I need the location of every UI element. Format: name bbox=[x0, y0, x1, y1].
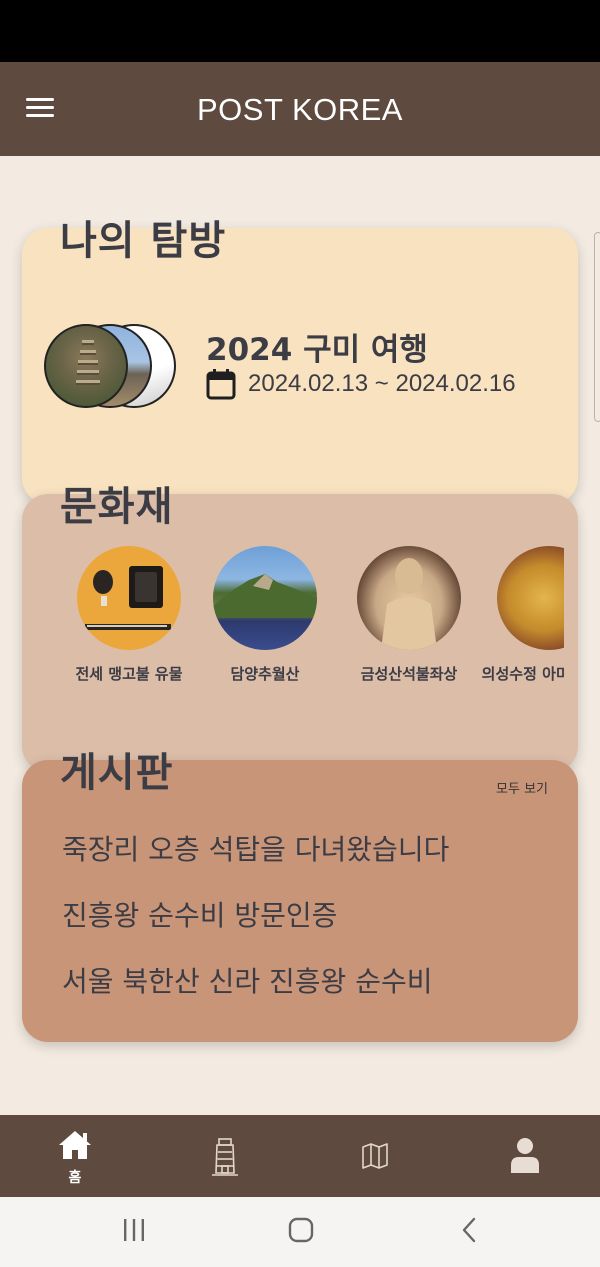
board-section-title: 게시판 bbox=[60, 750, 174, 796]
app-title: POST KOREA bbox=[197, 92, 403, 127]
pagoda-image bbox=[76, 336, 100, 398]
heritage-section-title: 문화재 bbox=[60, 484, 174, 530]
recent-apps-icon[interactable] bbox=[122, 1217, 146, 1243]
heritage-photo bbox=[357, 546, 461, 650]
trip-photo bbox=[44, 324, 128, 408]
trip-dates: 2024.02.13 ~ 2024.02.16 bbox=[248, 370, 516, 397]
heritage-item[interactable]: 담양추월산 bbox=[194, 546, 336, 685]
nav-home[interactable]: 홈 bbox=[0, 1115, 150, 1197]
trip-name: 2024 구미 여행 bbox=[206, 332, 428, 368]
calendar-icon bbox=[206, 369, 236, 400]
heritage-label: 담양추월산 bbox=[230, 665, 300, 683]
system-nav-bar bbox=[0, 1197, 600, 1267]
back-icon[interactable] bbox=[460, 1217, 480, 1243]
nav-profile[interactable] bbox=[450, 1115, 600, 1197]
heritage-label: 전세 맹고불 유물 bbox=[75, 665, 183, 683]
heritage-photo bbox=[77, 546, 181, 650]
nav-map[interactable] bbox=[300, 1115, 450, 1197]
heritage-photo bbox=[213, 546, 317, 650]
status-bar bbox=[0, 0, 600, 62]
app-bar: POST KOREA bbox=[0, 62, 600, 156]
heritage-label: 금성산석불좌상 bbox=[360, 665, 458, 683]
heritage-item[interactable]: 금성산석불좌상 bbox=[338, 546, 480, 685]
board-card: 모두 보기 죽장리 오층 석탑을 다녀왔습니다 진흥왕 순수비 방문인증 서울 … bbox=[22, 760, 578, 1042]
home-button-icon[interactable] bbox=[288, 1217, 314, 1243]
bottom-nav: 홈 bbox=[0, 1115, 600, 1197]
map-icon bbox=[362, 1143, 388, 1169]
tower-icon bbox=[212, 1138, 238, 1176]
home-icon bbox=[59, 1131, 91, 1159]
trip-section-title: 나의 탐방 bbox=[60, 218, 227, 264]
heritage-item[interactable]: 의성수정 아미타상 좌 bbox=[478, 546, 564, 685]
heritage-card: 전세 맹고불 유물 담양추월산 금성산석불좌상 의성수정 아미타상 좌 bbox=[22, 494, 578, 772]
scrollbar[interactable] bbox=[594, 232, 600, 422]
see-all-link[interactable]: 모두 보기 bbox=[496, 778, 548, 797]
user-icon bbox=[511, 1138, 539, 1173]
heritage-label: 의성수정 아미타상 좌 bbox=[481, 665, 564, 683]
heritage-item[interactable]: 전세 맹고불 유물 bbox=[58, 546, 200, 685]
trip-photo-stack bbox=[44, 324, 180, 408]
post-item[interactable]: 진흥왕 순수비 방문인증 bbox=[62, 894, 337, 934]
trip-card[interactable]: 2024 구미 여행 2024.02.13 ~ 2024.02.16 bbox=[22, 228, 578, 504]
post-item[interactable]: 서울 북한산 신라 진흥왕 순수비 bbox=[62, 960, 432, 1000]
post-item[interactable]: 죽장리 오층 석탑을 다녀왔습니다 bbox=[62, 828, 449, 868]
nav-tower[interactable] bbox=[150, 1115, 300, 1197]
nav-home-label: 홈 bbox=[68, 1170, 82, 1186]
heritage-photo bbox=[497, 546, 564, 650]
heritage-carousel[interactable]: 전세 맹고불 유물 담양추월산 금성산석불좌상 의성수정 아미타상 좌 bbox=[58, 546, 564, 746]
